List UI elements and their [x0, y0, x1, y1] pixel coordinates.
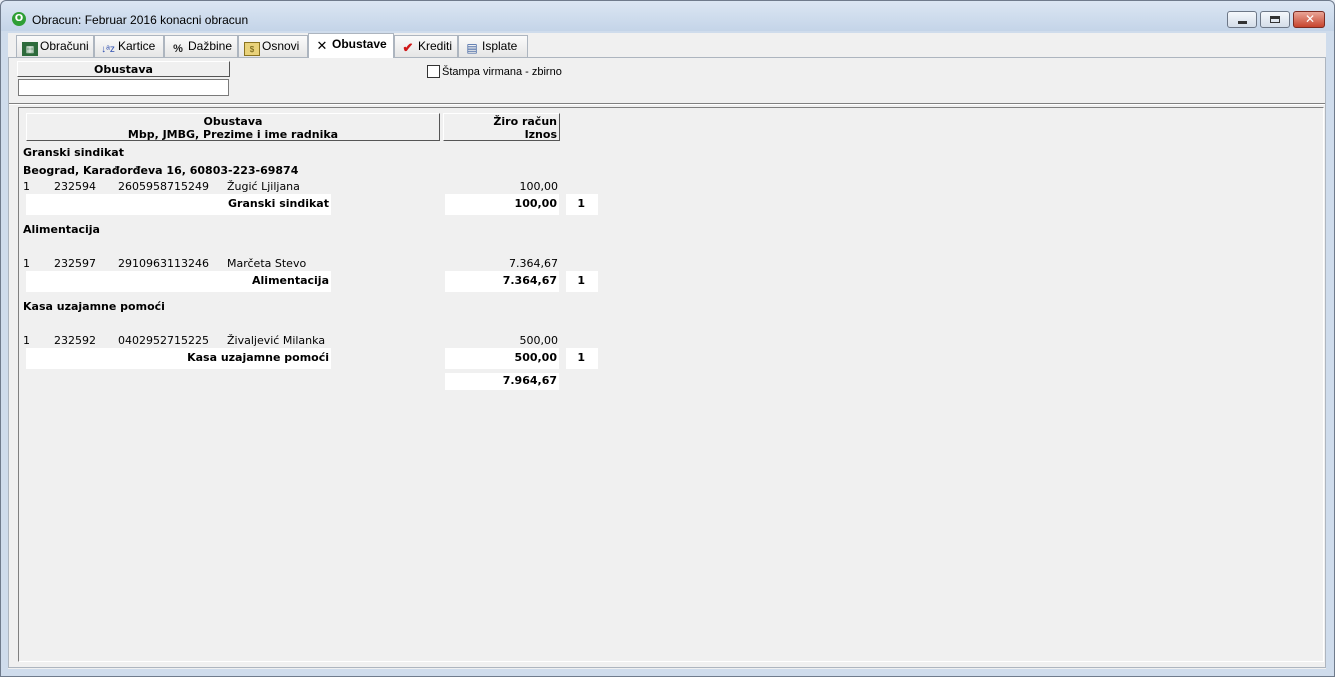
sort-az-icon: ↓ᵃz [101, 44, 115, 55]
stampa-virmana-checkbox[interactable] [427, 65, 440, 78]
obustave-panel: Obustava Štampa virmana - zbirno Obustav… [8, 57, 1326, 668]
group-total-amount: 100,00 [445, 194, 559, 215]
window-title: Obracun: Februar 2016 konacni obracun [32, 13, 249, 27]
row-rb: 1 [23, 334, 30, 347]
tab-label: Krediti [418, 39, 453, 53]
group-count: 1 [566, 348, 598, 369]
tab-kartice[interactable]: ↓ᵃz Kartice [94, 35, 164, 57]
row-jmbg: 0402952715225 [118, 334, 209, 347]
stampa-virmana-label[interactable]: Štampa virmana - zbirno [442, 66, 562, 78]
money-icon: $ [244, 42, 260, 56]
row-amount: 500,00 [519, 334, 559, 347]
row-amount: 7.364,67 [509, 257, 558, 270]
group-total-label: Kasa uzajamne pomoći [26, 348, 331, 369]
header-line: Žiro račun [493, 115, 557, 128]
group-name: Alimentacija [23, 223, 100, 236]
row-employee-name: Marčeta Stevo [227, 257, 307, 270]
row-employee-name: Žugić Ljiljana [227, 180, 300, 193]
group-total-amount: 7.364,67 [445, 271, 559, 292]
main-window: O Obracun: Februar 2016 konacni obracun … [0, 0, 1335, 677]
documents-icon: ▤ [466, 41, 478, 55]
tab-obustave[interactable]: ✕ Obustave [308, 33, 394, 58]
tab-osnovi[interactable]: $ Osnovi [238, 35, 308, 57]
group-total-label: Alimentacija [26, 271, 331, 292]
row-mbp: 232597 [54, 257, 96, 270]
row-amount: 100,00 [519, 180, 559, 193]
tab-label: Dažbine [188, 39, 233, 53]
group-count: 1 [566, 271, 598, 292]
close-button[interactable]: ✕ [1293, 11, 1325, 28]
group-address: Beograd, Karađorđeva 16, 60803-223-69874 [23, 164, 299, 177]
client-area: ▦ Obračuni ↓ᵃz Kartice % Dažbine $ Osnovi ✕ O… [8, 33, 1326, 669]
tab-label: Isplate [482, 39, 518, 53]
tab-label: Obustave [332, 37, 387, 51]
group-count: 1 [566, 194, 598, 215]
divider [9, 103, 1325, 105]
header-line: Obustava [203, 115, 263, 128]
checkmark-icon: ✔ [402, 40, 414, 55]
header-line: Mbp, JMBG, Prezime i ime radnika [127, 128, 339, 141]
tab-label: Kartice [118, 39, 156, 53]
row-rb: 1 [23, 257, 30, 270]
group-name: Granski sindikat [23, 146, 124, 159]
cross-icon: ✕ [316, 38, 328, 53]
calculator-icon: ▦ [22, 42, 38, 56]
column-header-obustava[interactable]: Obustava Mbp, JMBG, Prezime i ime radnik… [26, 113, 440, 141]
row-mbp: 232594 [54, 180, 96, 193]
row-jmbg: 2605958715249 [118, 180, 209, 193]
title-bar[interactable]: O Obracun: Februar 2016 konacni obracun … [1, 1, 1334, 31]
tab-obracuni[interactable]: ▦ Obračuni [16, 35, 94, 57]
tab-isplate[interactable]: ▤ Isplate [458, 35, 528, 57]
header-line: Iznos [524, 128, 557, 141]
tab-label: Osnovi [262, 39, 300, 53]
close-icon: ✕ [1304, 12, 1316, 26]
group-total-label: Granski sindikat [26, 194, 331, 215]
row-mbp: 232592 [54, 334, 96, 347]
row-jmbg: 2910963113246 [118, 257, 209, 270]
group-total-amount: 500,00 [445, 348, 559, 369]
tab-label: Obračuni [40, 39, 89, 53]
maximize-icon [1270, 16, 1280, 23]
obustava-filter-input[interactable] [18, 79, 229, 96]
minimize-button[interactable] [1227, 11, 1257, 28]
minimize-icon [1238, 21, 1247, 24]
percent-icon: % [173, 43, 183, 55]
column-header-iznos[interactable]: Žiro račun Iznos [443, 113, 560, 141]
tab-krediti[interactable]: ✔ Krediti [394, 35, 458, 57]
maximize-button[interactable] [1260, 11, 1290, 28]
report-area: Obustava Mbp, JMBG, Prezime i ime radnik… [18, 107, 1324, 662]
grand-total-amount: 7.964,67 [445, 373, 559, 390]
app-icon: O [12, 12, 26, 26]
row-employee-name: Živaljević Milanka [227, 334, 326, 347]
row-rb: 1 [23, 180, 30, 193]
obustava-filter-header[interactable]: Obustava [17, 61, 230, 77]
group-name: Kasa uzajamne pomoći [23, 300, 165, 313]
tab-dazbine[interactable]: % Dažbine [164, 35, 238, 57]
